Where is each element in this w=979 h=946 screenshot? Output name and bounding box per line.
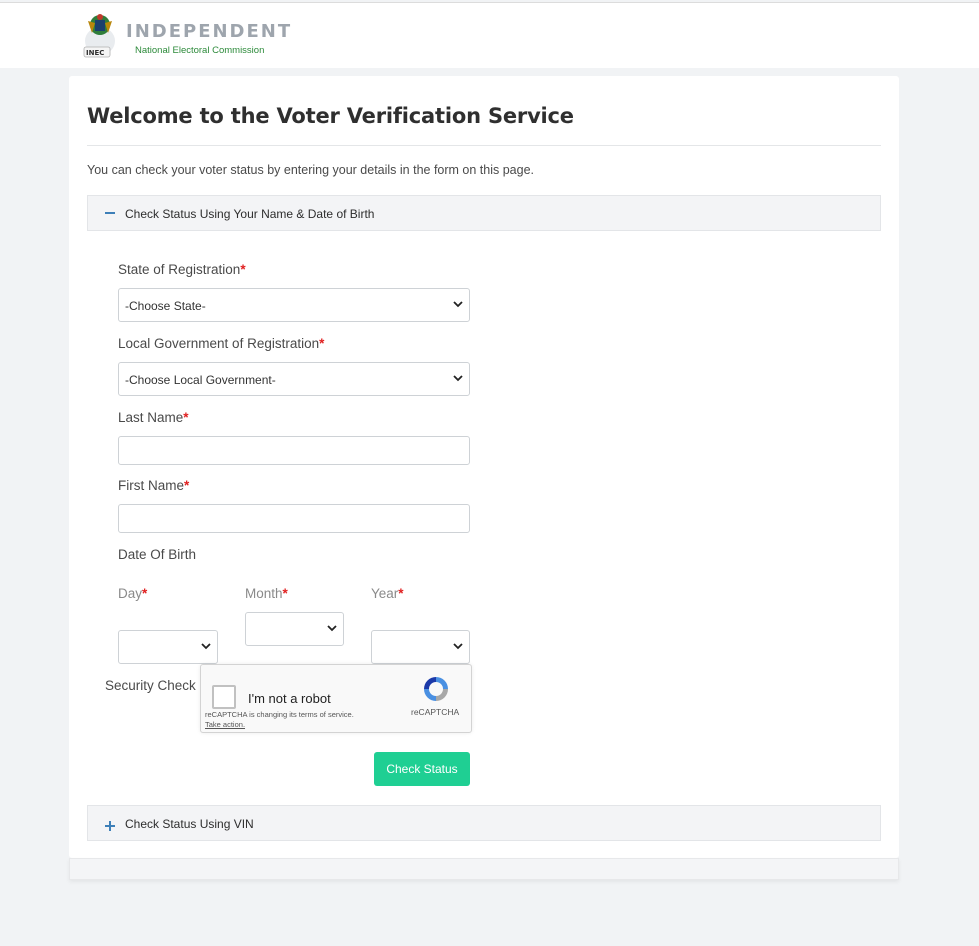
logo-badge-text: INEC: [86, 49, 104, 57]
page-title: Welcome to the Voter Verification Servic…: [87, 104, 574, 128]
state-select-value: -Choose State-: [125, 299, 206, 313]
first-name-input[interactable]: [118, 504, 470, 533]
required-marker: *: [240, 262, 246, 277]
intro-text: You can check your voter status by enter…: [87, 163, 535, 177]
state-select[interactable]: -Choose State-: [118, 288, 470, 322]
day-select[interactable]: [118, 630, 218, 664]
dob-label: Date Of Birth: [118, 547, 197, 562]
state-label: State of Registration*: [118, 262, 246, 277]
lga-select-value: -Choose Local Government-: [125, 373, 276, 387]
security-check-label: Security Check: [105, 678, 196, 693]
recaptcha-logo-icon: [424, 677, 448, 701]
year-label: Year*: [371, 586, 404, 601]
required-marker: *: [282, 586, 288, 601]
required-marker: *: [183, 410, 189, 425]
accordion-vin-label: Check Status Using VIN: [125, 817, 254, 831]
year-select[interactable]: [371, 630, 470, 664]
minus-icon: [104, 204, 116, 222]
required-marker: *: [398, 586, 404, 601]
recaptcha-take-action-link[interactable]: Take action.: [205, 720, 245, 729]
brand-title: INDEPENDENT: [126, 21, 293, 42]
chevron-down-icon: [201, 643, 211, 650]
chevron-down-icon: [453, 375, 463, 382]
accordion-vin-header[interactable]: Check Status Using VIN: [87, 805, 881, 841]
chevron-down-icon: [453, 301, 463, 308]
first-name-label: First Name*: [118, 478, 190, 493]
card-footer: [69, 858, 899, 880]
plus-icon: [104, 814, 116, 832]
accordion-name-dob-header[interactable]: Check Status Using Your Name & Date of B…: [87, 195, 881, 231]
required-marker: *: [142, 586, 148, 601]
recaptcha-widget: I'm not a robot reCAPTCHA is changing it…: [200, 664, 472, 733]
lga-select[interactable]: -Choose Local Government-: [118, 362, 470, 396]
main-card: Welcome to the Voter Verification Servic…: [69, 76, 899, 858]
brand-subtitle: National Electoral Commission: [135, 45, 265, 56]
chevron-down-icon: [327, 625, 337, 632]
month-label: Month*: [245, 586, 288, 601]
recaptcha-brand: reCAPTCHA: [411, 707, 460, 717]
inec-logo[interactable]: INEC INDEPENDENT National Electoral Comm…: [82, 11, 290, 63]
title-divider: [87, 145, 881, 146]
required-marker: *: [319, 336, 325, 351]
last-name-label: Last Name*: [118, 410, 189, 425]
recaptcha-checkbox[interactable]: [212, 685, 236, 709]
accordion-name-dob-label: Check Status Using Your Name & Date of B…: [125, 207, 375, 221]
month-select[interactable]: [245, 612, 344, 646]
coat-of-arms-icon: INEC: [83, 14, 115, 58]
site-header: INEC INDEPENDENT National Electoral Comm…: [0, 2, 979, 68]
day-label: Day*: [118, 586, 148, 601]
recaptcha-label: I'm not a robot: [248, 691, 331, 706]
recaptcha-notice: reCAPTCHA is changing its terms of servi…: [205, 710, 354, 729]
check-status-button[interactable]: Check Status: [374, 752, 470, 786]
lga-label: Local Government of Registration*: [118, 336, 325, 351]
required-marker: *: [184, 478, 190, 493]
last-name-input[interactable]: [118, 436, 470, 465]
chevron-down-icon: [453, 643, 463, 650]
